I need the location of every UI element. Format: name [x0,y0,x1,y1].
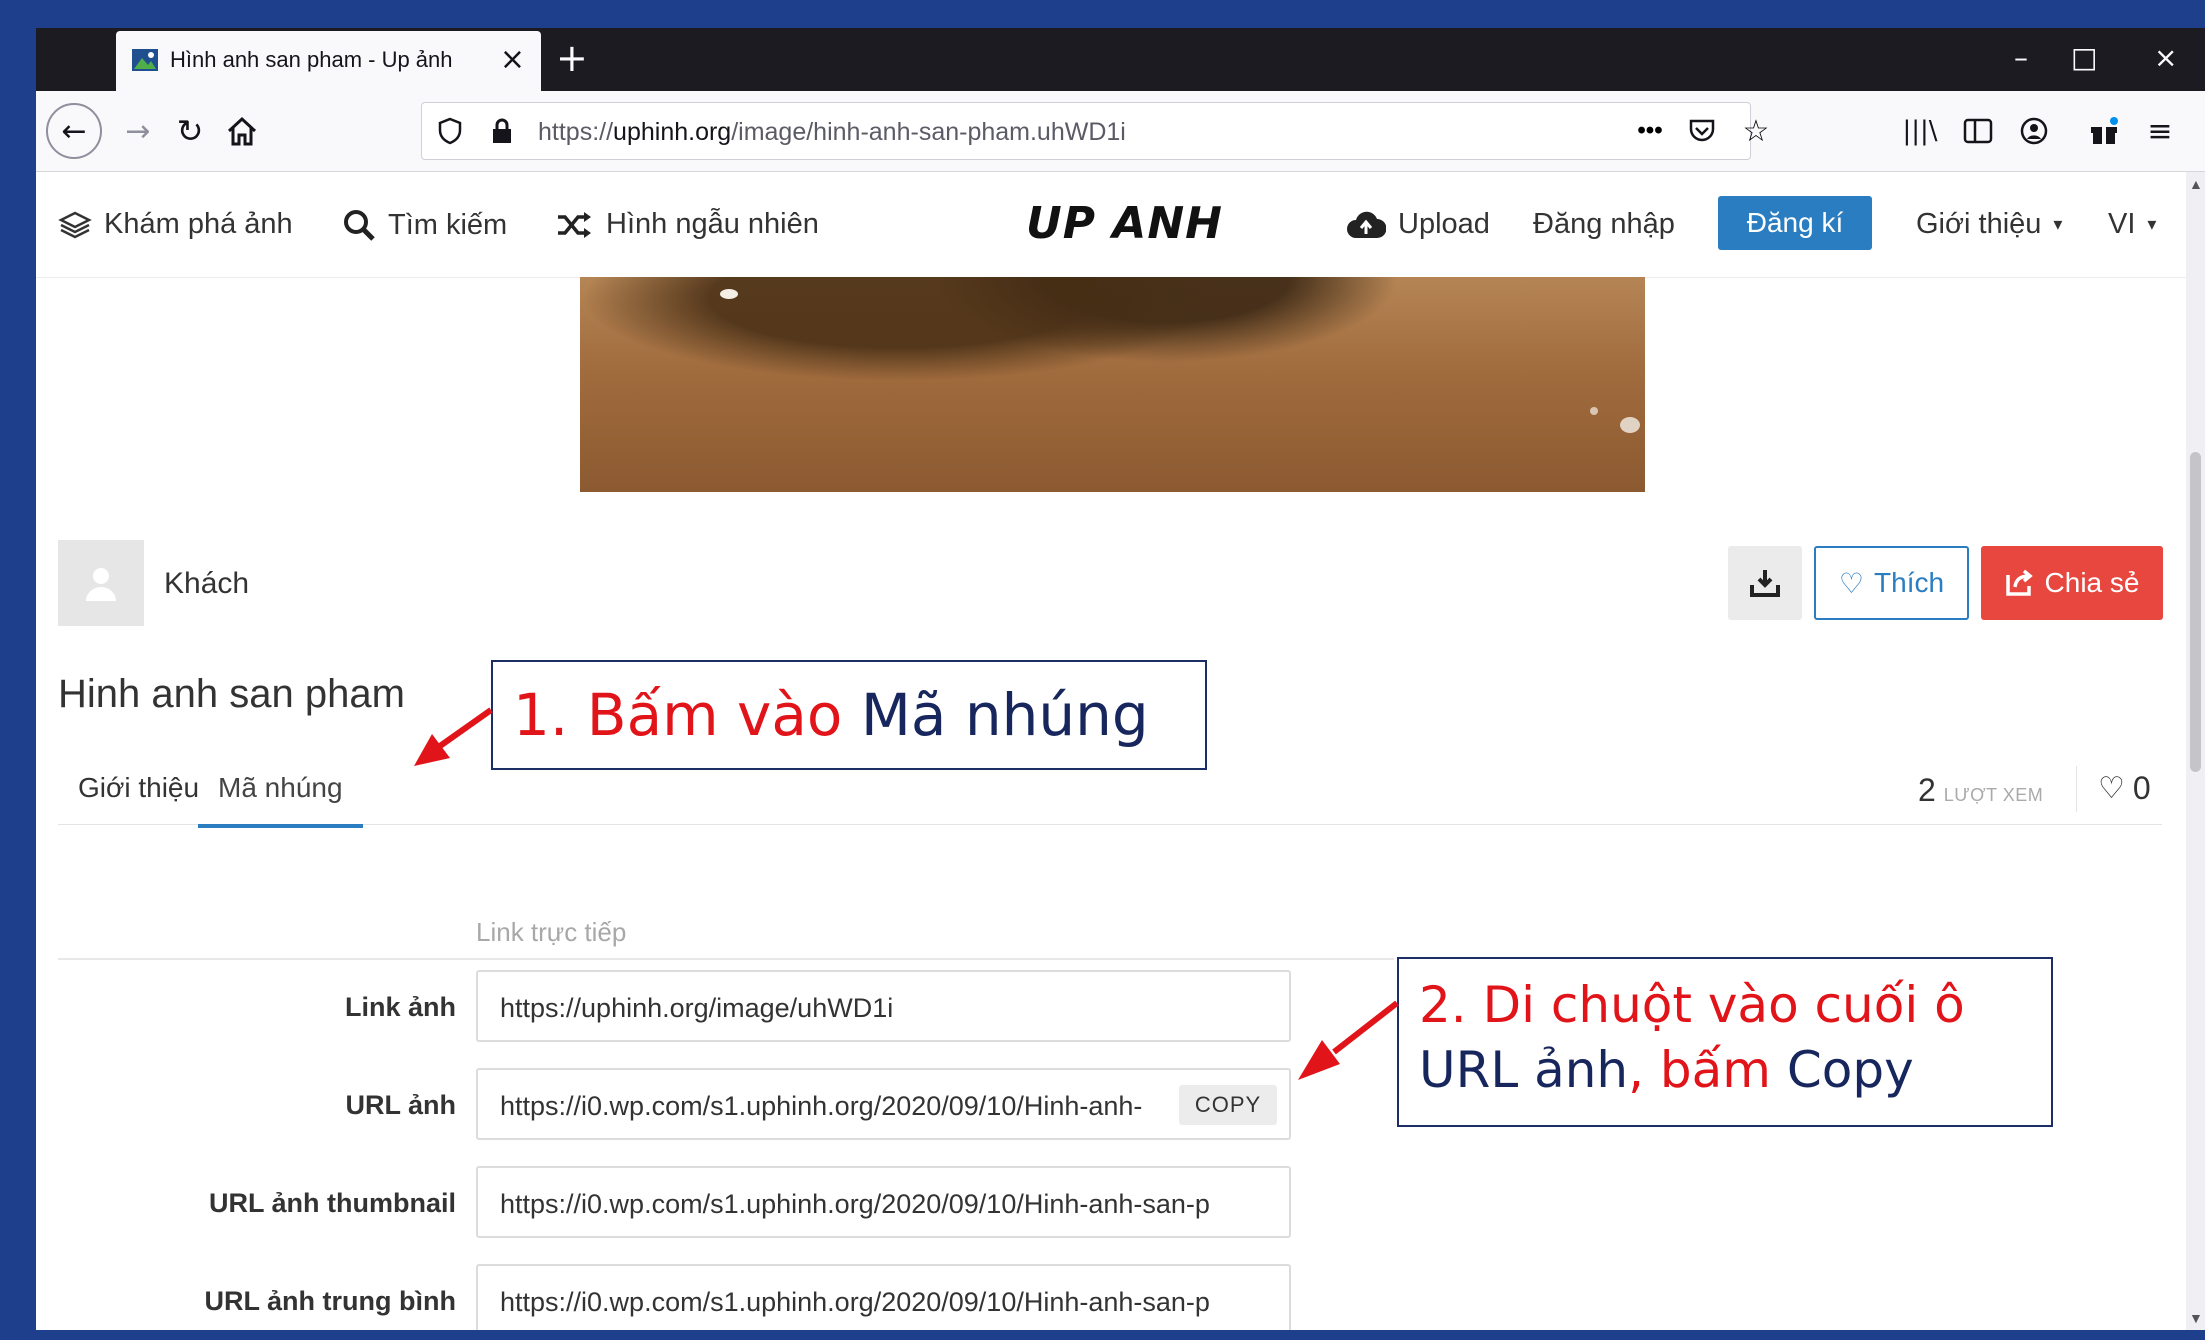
avatar[interactable] [58,540,144,626]
site-logo[interactable]: UP ANH [1026,198,1223,249]
field-value[interactable]: https://uphinh.org/image/uhWD1i [500,993,893,1024]
scroll-down-icon[interactable]: ▼ [2189,1310,2203,1326]
views-label: LƯỢT XEM [1943,785,2044,805]
annotation-text: , bấm [1628,1041,1787,1099]
tab-about[interactable]: Giới thiệu [78,772,199,804]
image-url-field[interactable]: https://i0.wp.com/s1.uphinh.org/2020/09/… [476,1068,1291,1140]
heart-icon: ♡ [1838,566,1865,600]
nav-login-label: Đăng nhập [1533,208,1675,240]
sidebar-icon[interactable] [1954,107,2002,155]
site-header: Khám phá ảnh Tìm kiếm Hình ngẫu nhiên UP… [36,172,2186,278]
heart-icon: ♡ [2098,771,2125,806]
field-label: URL ảnh thumbnail [209,1188,456,1218]
nav-explore-label: Khám phá ảnh [104,208,293,240]
tab-close-icon[interactable]: × [500,41,525,79]
nav-language[interactable]: VI ▾ [2108,208,2156,241]
library-icon[interactable]: |||\ [1896,107,1944,155]
nav-upload-label: Upload [1398,208,1490,240]
nav-upload[interactable]: Upload [1346,208,1490,241]
share-label: Chia sẻ [2044,567,2140,598]
annotation-text: Mã nhúng [860,681,1149,749]
menu-icon[interactable]: ≡ [2136,107,2184,155]
gift-icon[interactable] [2080,107,2128,155]
image-preview[interactable] [580,277,1645,492]
navigation-bar: ← → ↻ https://uphinh.org/image/hinh-anh-… [36,91,2205,172]
annotation-step-1: 1. Bấm vào Mã nhúng [491,660,1207,770]
field-value[interactable]: https://i0.wp.com/s1.uphinh.org/2020/09/… [500,1189,1210,1220]
forward-icon[interactable]: → [114,107,162,155]
annotation-text: 1. Bấm vào [513,681,861,749]
section-divider [58,958,1394,960]
nav-language-label: VI [2108,208,2136,240]
scroll-thumb[interactable] [2190,452,2201,772]
annotation-text: Copy [1786,1041,1914,1099]
download-icon [1750,570,1780,597]
like-label: Thích [1874,567,1945,598]
thumbnail-url-field[interactable]: https://i0.wp.com/s1.uphinh.org/2020/09/… [476,1166,1291,1238]
user-name[interactable]: Khách [164,567,249,601]
nav-random[interactable]: Hình ngẫu nhiên [556,208,819,241]
image-title: Hinh anh san pham [58,672,405,716]
tab-strip: Hình anh san pham - Up ảnh × + – □ × [36,28,2205,91]
maximize-icon[interactable]: □ [2071,40,2097,76]
annotation-step-2: 2. Di chuột vào cuối ô URL ảnh, bấm Copy [1397,957,2053,1127]
views-counter: 2 LƯỢT XEM [1918,772,2043,809]
layers-icon [58,211,92,238]
bookmark-star-icon[interactable]: ☆ [1738,113,1774,149]
tab-embed[interactable]: Mã nhúng [198,772,363,828]
browser-window: Hình anh san pham - Up ảnh × + – □ × ← →… [36,28,2205,1330]
close-window-icon[interactable]: × [2154,40,2177,76]
share-button[interactable]: Chia sẻ [1981,546,2163,620]
more-actions-icon[interactable]: ••• [1632,113,1668,149]
likes-counter[interactable]: ♡ 0 [2098,770,2151,807]
back-icon[interactable]: ← [46,103,102,159]
medium-url-field[interactable]: https://i0.wp.com/s1.uphinh.org/2020/09/… [476,1264,1291,1330]
link-field[interactable]: https://uphinh.org/image/uhWD1i [476,970,1291,1042]
counter-divider [2076,766,2077,812]
nav-search-label: Tìm kiếm [388,208,508,241]
lock-icon[interactable] [484,113,520,149]
cloud-upload-icon [1347,211,1386,238]
minimize-icon[interactable]: – [2014,40,2028,76]
copy-button[interactable]: COPY [1179,1085,1277,1125]
pocket-icon[interactable] [1684,113,1720,149]
scrollbar[interactable]: ▲ ▼ [2186,172,2205,1330]
reload-icon[interactable]: ↻ [166,107,214,155]
account-icon[interactable] [2010,107,2058,155]
nav-search[interactable]: Tìm kiếm [342,208,507,242]
scroll-up-icon[interactable]: ▲ [2189,176,2203,192]
like-button[interactable]: ♡ Thích [1814,546,1969,620]
views-count: 2 [1918,772,1936,808]
caret-down-icon: ▾ [2147,214,2157,234]
share-icon [2005,569,2033,596]
register-button[interactable]: Đăng kí [1718,196,1872,250]
shield-icon[interactable] [432,113,468,149]
nav-explore[interactable]: Khám phá ảnh [58,208,293,241]
browser-tab[interactable]: Hình anh san pham - Up ảnh × [116,31,541,91]
new-tab-icon[interactable]: + [556,34,588,82]
url-text[interactable]: https://uphinh.org/image/hinh-anh-san-ph… [538,118,1126,147]
likes-count: 0 [2132,770,2151,806]
field-value[interactable]: https://i0.wp.com/s1.uphinh.org/2020/09/… [500,1091,1142,1122]
caret-down-icon: ▾ [2053,214,2063,234]
address-bar[interactable]: https://uphinh.org/image/hinh-anh-san-ph… [421,102,1769,160]
shuffle-icon [558,211,591,238]
section-label: Link trực tiếp [476,917,627,947]
field-label: Link ảnh [344,992,456,1022]
nav-login[interactable]: Đăng nhập [1533,208,1675,241]
annotation-text: 2. Di chuột vào cuối ô [1419,976,1965,1034]
home-icon[interactable] [218,107,266,155]
annotation-text: URL ảnh [1419,1041,1629,1099]
field-label: URL ảnh trung bình [204,1286,456,1316]
field-value[interactable]: https://i0.wp.com/s1.uphinh.org/2020/09/… [500,1287,1210,1318]
field-label: URL ảnh [345,1090,456,1120]
search-icon [344,210,375,241]
download-button[interactable] [1728,546,1802,620]
nav-about-label: Giới thiệu [1916,208,2042,240]
image-favicon-icon [132,49,158,71]
nav-about[interactable]: Giới thiệu ▾ [1916,208,2062,241]
tab-title: Hình anh san pham - Up ảnh [170,47,453,72]
nav-random-label: Hình ngẫu nhiên [606,208,819,240]
